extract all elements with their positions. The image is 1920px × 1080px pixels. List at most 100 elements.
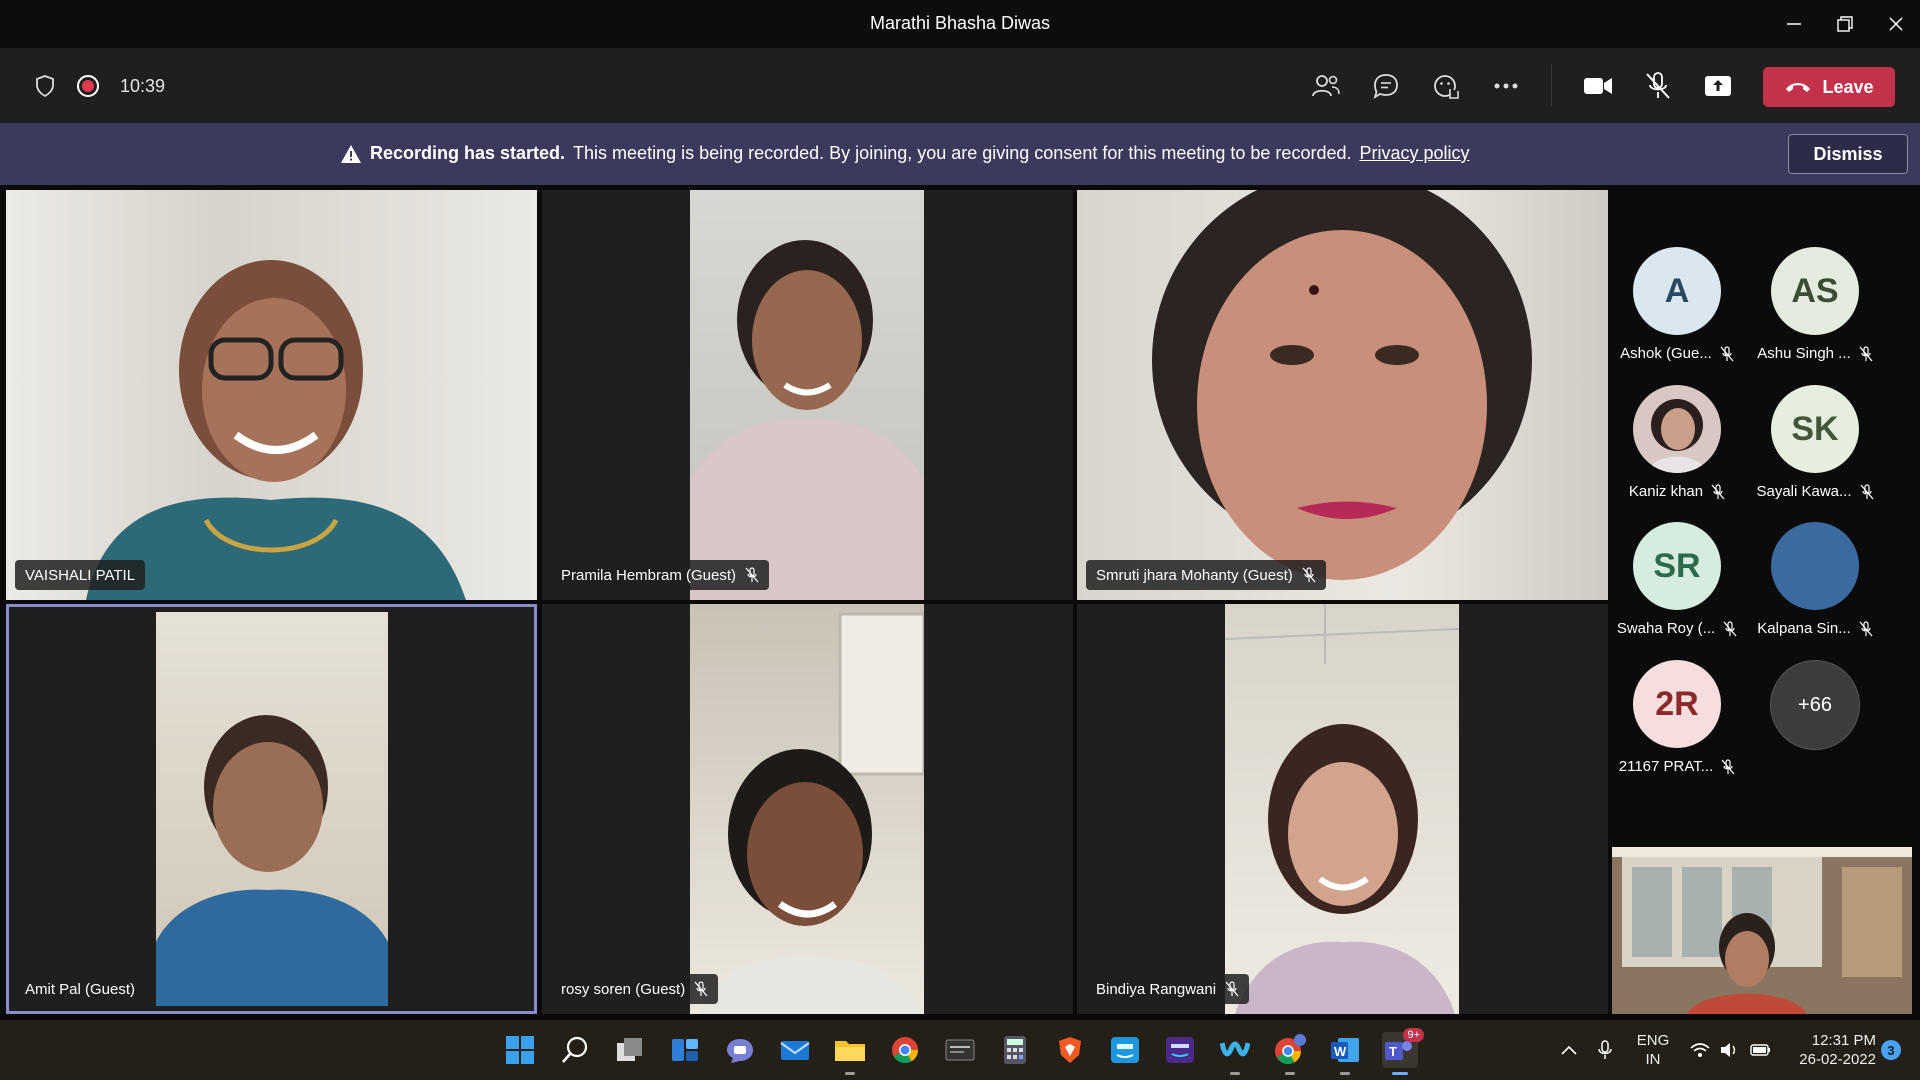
participant-name: Pramila Hembram (Guest) bbox=[561, 566, 737, 584]
quick-settings-button[interactable] bbox=[1686, 1020, 1776, 1080]
roster-participant[interactable]: AS Ashu Singh ... bbox=[1746, 247, 1884, 362]
word-button[interactable]: W bbox=[1327, 1032, 1363, 1075]
video-tile[interactable]: Smruti jhara Mohanty (Guest) bbox=[1077, 190, 1608, 600]
leave-button[interactable]: Leave bbox=[1763, 67, 1895, 107]
avatar bbox=[1771, 522, 1859, 610]
roster-participant[interactable]: SR Swaha Roy (... bbox=[1608, 522, 1746, 637]
participant-name-tag: rosy soren (Guest) bbox=[551, 974, 719, 1004]
roster-participant[interactable]: A Ashok (Gue... bbox=[1608, 247, 1746, 362]
participant-name: Amit Pal (Guest) bbox=[25, 980, 136, 998]
amazon-music-button[interactable] bbox=[1162, 1032, 1198, 1068]
participant-name-tag: VAISHALI PATIL bbox=[15, 560, 146, 590]
video-tile[interactable]: rosy soren (Guest) bbox=[542, 604, 1073, 1014]
chevron-up-icon bbox=[1561, 1045, 1577, 1055]
reactions-button[interactable] bbox=[1430, 70, 1462, 102]
recording-indicator-icon bbox=[76, 74, 100, 98]
participant-roster: A Ashok (Gue... AS Ashu Singh ... Kaniz … bbox=[1608, 185, 1920, 835]
word-icon: W bbox=[1331, 1038, 1359, 1062]
calculator-button[interactable] bbox=[997, 1032, 1033, 1068]
restore-button[interactable] bbox=[1825, 8, 1865, 40]
dismiss-button[interactable]: Dismiss bbox=[1788, 134, 1908, 174]
roster-name: Ashok (Gue... bbox=[1620, 345, 1712, 362]
teams-button[interactable]: T 9+ bbox=[1382, 1028, 1424, 1075]
recording-banner: Recording has started. This meeting is b… bbox=[0, 123, 1920, 185]
hang-up-icon bbox=[1786, 83, 1811, 92]
minimize-icon bbox=[1787, 23, 1801, 25]
calculator-icon bbox=[1004, 1036, 1026, 1064]
mic-off-icon bbox=[1859, 620, 1873, 636]
minimize-button[interactable] bbox=[1774, 8, 1814, 40]
webex-button[interactable] bbox=[1217, 1032, 1253, 1075]
participant-video bbox=[690, 604, 924, 1014]
mic-off-icon bbox=[1860, 483, 1874, 499]
more-options-button[interactable] bbox=[1490, 70, 1522, 102]
mail-app-button[interactable] bbox=[777, 1032, 813, 1068]
toolbar-divider bbox=[1551, 64, 1552, 106]
prime-video-icon bbox=[1111, 1037, 1139, 1063]
svg-text:W: W bbox=[1334, 1044, 1347, 1059]
participant-name-tag: Smruti jhara Mohanty (Guest) bbox=[1086, 560, 1326, 590]
self-view-video[interactable] bbox=[1612, 847, 1912, 1014]
participant-video bbox=[690, 190, 924, 600]
share-screen-button[interactable] bbox=[1700, 70, 1736, 102]
roster-participant[interactable]: Kaniz khan bbox=[1608, 385, 1746, 500]
language-indicator[interactable]: ENG IN bbox=[1628, 1020, 1678, 1080]
search-icon bbox=[562, 1036, 588, 1063]
video-tile[interactable]: Pramila Hembram (Guest) bbox=[542, 190, 1073, 600]
chrome-button[interactable] bbox=[887, 1032, 923, 1068]
participant-name: Bindiya Rangwani bbox=[1096, 980, 1217, 998]
roster-participant[interactable]: Kalpana Sin... bbox=[1746, 522, 1884, 637]
microphone-tray-icon[interactable] bbox=[1592, 1020, 1618, 1080]
participant-name-tag: Amit Pal (Guest) bbox=[15, 974, 146, 1004]
participant-video bbox=[156, 612, 388, 1006]
participant-name: rosy soren (Guest) bbox=[561, 980, 686, 998]
clock[interactable]: 12:31 PM 26-02-2022 bbox=[1780, 1020, 1876, 1080]
widgets-icon bbox=[672, 1039, 698, 1061]
teams-chat-button[interactable] bbox=[722, 1032, 758, 1068]
privacy-policy-link[interactable]: Privacy policy bbox=[1359, 143, 1469, 164]
more-participants-count: +66 bbox=[1770, 660, 1860, 750]
brave-browser-button[interactable] bbox=[1052, 1032, 1088, 1068]
file-explorer-button[interactable] bbox=[832, 1032, 868, 1075]
task-view-button[interactable] bbox=[612, 1032, 648, 1068]
windows-start-icon bbox=[506, 1036, 534, 1064]
notification-center-button[interactable]: 3 bbox=[1876, 1020, 1906, 1080]
avatar: SK bbox=[1771, 385, 1859, 473]
webex-icon bbox=[1220, 1041, 1250, 1057]
close-icon bbox=[1889, 17, 1903, 31]
roster-participant[interactable]: 2R 21167 PRAT... bbox=[1608, 660, 1746, 775]
close-window-button[interactable] bbox=[1876, 8, 1916, 40]
mysql-workbench-button[interactable] bbox=[942, 1032, 978, 1068]
share-screen-icon bbox=[1705, 76, 1731, 96]
avatar-photo bbox=[1633, 385, 1721, 473]
chrome-profile-button[interactable] bbox=[1272, 1032, 1308, 1075]
roster-name: Ashu Singh ... bbox=[1757, 345, 1851, 362]
participant-video bbox=[6, 190, 537, 600]
video-tile[interactable]: VAISHALI PATIL bbox=[6, 190, 537, 600]
show-hidden-icons-button[interactable] bbox=[1556, 1020, 1582, 1080]
language-code: ENG bbox=[1636, 1032, 1670, 1049]
video-tile[interactable]: Bindiya Rangwani bbox=[1077, 604, 1608, 1014]
chat-app-icon bbox=[727, 1039, 753, 1063]
more-participants-button[interactable]: +66 bbox=[1746, 660, 1884, 750]
roster-name: Kalpana Sin... bbox=[1757, 620, 1851, 637]
mute-button[interactable] bbox=[1640, 70, 1676, 102]
chat-button[interactable] bbox=[1370, 70, 1402, 102]
people-icon bbox=[1312, 75, 1340, 97]
people-button[interactable] bbox=[1310, 70, 1342, 102]
video-tile-active-speaker[interactable]: Amit Pal (Guest) bbox=[6, 604, 537, 1014]
shield-icon[interactable] bbox=[34, 74, 56, 98]
prime-video-button[interactable] bbox=[1107, 1032, 1143, 1068]
region-code: IN bbox=[1645, 1051, 1661, 1068]
camera-button[interactable] bbox=[1580, 70, 1616, 102]
restore-icon bbox=[1837, 16, 1853, 32]
start-button[interactable] bbox=[502, 1032, 538, 1068]
chrome-icon bbox=[892, 1037, 919, 1064]
chrome-profile-icon bbox=[1275, 1034, 1306, 1065]
mic-off-icon bbox=[694, 981, 708, 997]
roster-participant[interactable]: SK Sayali Kawa... bbox=[1746, 385, 1884, 500]
svg-text:T: T bbox=[1389, 1044, 1397, 1059]
widgets-button[interactable] bbox=[667, 1032, 703, 1068]
search-button[interactable] bbox=[557, 1032, 593, 1068]
recording-message: Recording has started. This meeting is b… bbox=[340, 143, 1470, 164]
